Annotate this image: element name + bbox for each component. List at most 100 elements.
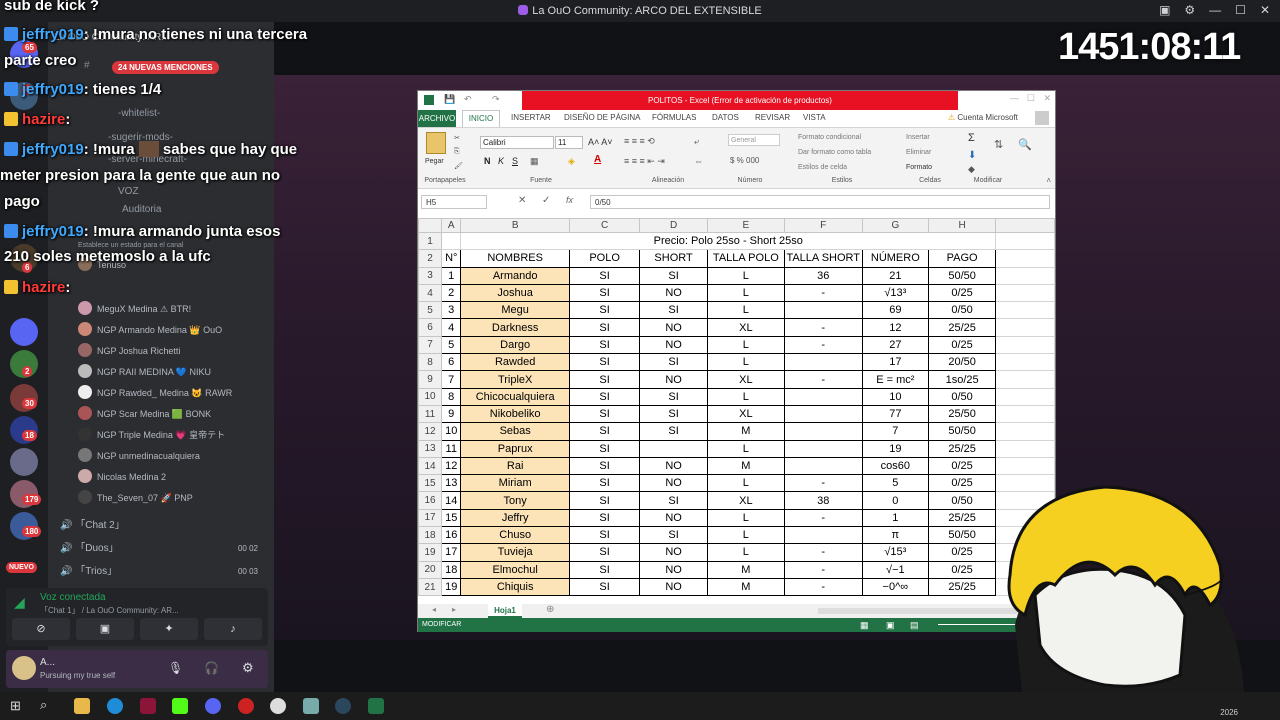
borders-icon[interactable]: ▦ [530,156,539,167]
cell[interactable]: - [783,543,863,562]
name-cell[interactable]: Dargo [460,335,570,355]
column-header[interactable] [995,218,1055,233]
cell[interactable]: 69 [861,301,930,320]
cell[interactable]: 0/25 [928,474,997,493]
cell[interactable] [995,404,1055,424]
cell[interactable]: E = mc² [861,370,930,389]
prev-sheet-icon[interactable]: ◂ [432,605,436,614]
cell[interactable]: √13³ [861,283,930,303]
camera-off-button[interactable]: ⊘ [12,618,70,640]
cell[interactable]: 16 [441,526,462,545]
name-cell[interactable]: TripleX [460,370,570,389]
cell[interactable]: SI [568,577,641,597]
cell[interactable]: M [706,560,785,579]
close-button[interactable]: ✕ [1260,3,1270,17]
currency-icon[interactable]: $ % 000 [730,156,759,165]
microphone-icon[interactable]: 🎙 [168,661,183,675]
cell[interactable]: L [706,335,785,355]
italic-button[interactable]: K [498,156,504,166]
select-all-corner[interactable] [418,218,443,233]
cell[interactable]: 5 [861,474,930,493]
cell[interactable]: SI [568,318,641,337]
settings-icon[interactable]: ⚙ [242,660,254,676]
row-header[interactable]: 1 [418,231,443,251]
cell[interactable]: 0/50 [928,491,997,510]
header-cell[interactable]: NOMBRES [460,249,570,268]
cell[interactable]: XL [706,404,785,424]
cell[interactable]: NO [639,474,708,493]
cell[interactable]: L [706,474,785,493]
avatar[interactable] [1035,111,1049,125]
cell[interactable]: SI [639,353,708,372]
cell-styles-button[interactable]: Estilos de celda [798,164,847,171]
name-cell[interactable]: Tony [460,491,570,510]
row-header[interactable]: 12 [418,422,443,441]
row-header[interactable]: 6 [418,318,443,337]
row-header[interactable]: 4 [418,283,443,303]
cell[interactable]: SI [639,404,708,424]
name-cell[interactable]: Tuvieja [460,543,570,562]
cell[interactable] [783,301,863,320]
cell[interactable]: 20/50 [928,353,997,372]
cell[interactable]: 0/50 [928,387,997,406]
name-cell[interactable]: Chicocualquiera [460,387,570,406]
cell[interactable]: 7 [861,422,930,441]
cell[interactable]: 25/25 [928,439,997,458]
member-item[interactable]: NGP RAII MEDINA 💙 NIKU [78,363,268,381]
column-header[interactable]: A [441,218,462,233]
cell[interactable] [783,439,863,458]
app-icon[interactable] [270,698,286,714]
cell[interactable]: 17 [441,543,462,562]
name-cell[interactable]: Elmochul [460,560,570,579]
cell[interactable]: 13 [441,474,462,493]
kick-icon[interactable] [172,698,188,714]
cell[interactable]: L [706,387,785,406]
cell[interactable]: 5 [441,335,462,355]
view-layout-icon[interactable]: ▣ [886,618,895,632]
search-icon[interactable]: ⌕ [40,697,47,713]
cell[interactable]: 50/50 [928,422,997,441]
tab-vista[interactable]: VISTA [803,113,826,122]
cell[interactable] [639,439,708,458]
name-cell[interactable]: Jeffry [460,508,570,528]
cell[interactable]: - [783,318,863,337]
clear-icon[interactable]: ◆ [968,164,975,175]
tab-revisar[interactable]: REVISAR [755,113,790,122]
cell[interactable]: 18 [441,560,462,579]
row-header[interactable]: 8 [418,353,443,372]
discord-icon[interactable] [205,698,221,714]
cell[interactable] [995,301,1055,320]
cell[interactable] [995,439,1055,458]
member-item[interactable]: NGP Triple Medina 💗 皇帝テト [78,426,268,444]
cell[interactable]: 1 [861,508,930,528]
cell[interactable]: L [706,439,785,458]
cell[interactable]: 17 [861,353,930,372]
cell[interactable]: SI [639,266,708,285]
app-icon[interactable] [303,698,319,714]
member-item[interactable]: NGP Scar Medina 🟩 BONK [78,405,268,423]
steam-icon[interactable] [335,698,351,714]
file-explorer-icon[interactable] [74,698,90,714]
name-cell[interactable]: Darkness [460,318,570,337]
cell[interactable]: 2 [441,283,462,303]
member-item[interactable]: Nicolas Medina 2 [78,468,268,486]
cell[interactable]: 1so/25 [928,370,997,389]
cell[interactable] [995,249,1055,268]
row-header[interactable]: 19 [418,543,443,562]
cell[interactable]: 27 [861,335,930,355]
cell[interactable] [995,422,1055,441]
cell[interactable]: L [706,508,785,528]
cell[interactable]: √15³ [861,543,930,562]
paste-button[interactable]: Pegar [425,158,444,165]
cell[interactable]: 38 [783,491,863,510]
title-cell[interactable]: Precio: Polo 25so - Short 25so [460,231,997,251]
cell[interactable]: NO [639,543,708,562]
cell[interactable]: 6 [441,353,462,372]
cell[interactable]: SI [568,353,641,372]
column-header[interactable]: H [928,218,997,233]
name-cell[interactable]: Rai [460,456,570,476]
cell[interactable]: - [783,335,863,355]
cell[interactable]: M [706,456,785,476]
cell[interactable]: L [706,543,785,562]
voice-channel-name[interactable]: 「Chat 1」 / La OuO Community: AR... [40,605,179,616]
